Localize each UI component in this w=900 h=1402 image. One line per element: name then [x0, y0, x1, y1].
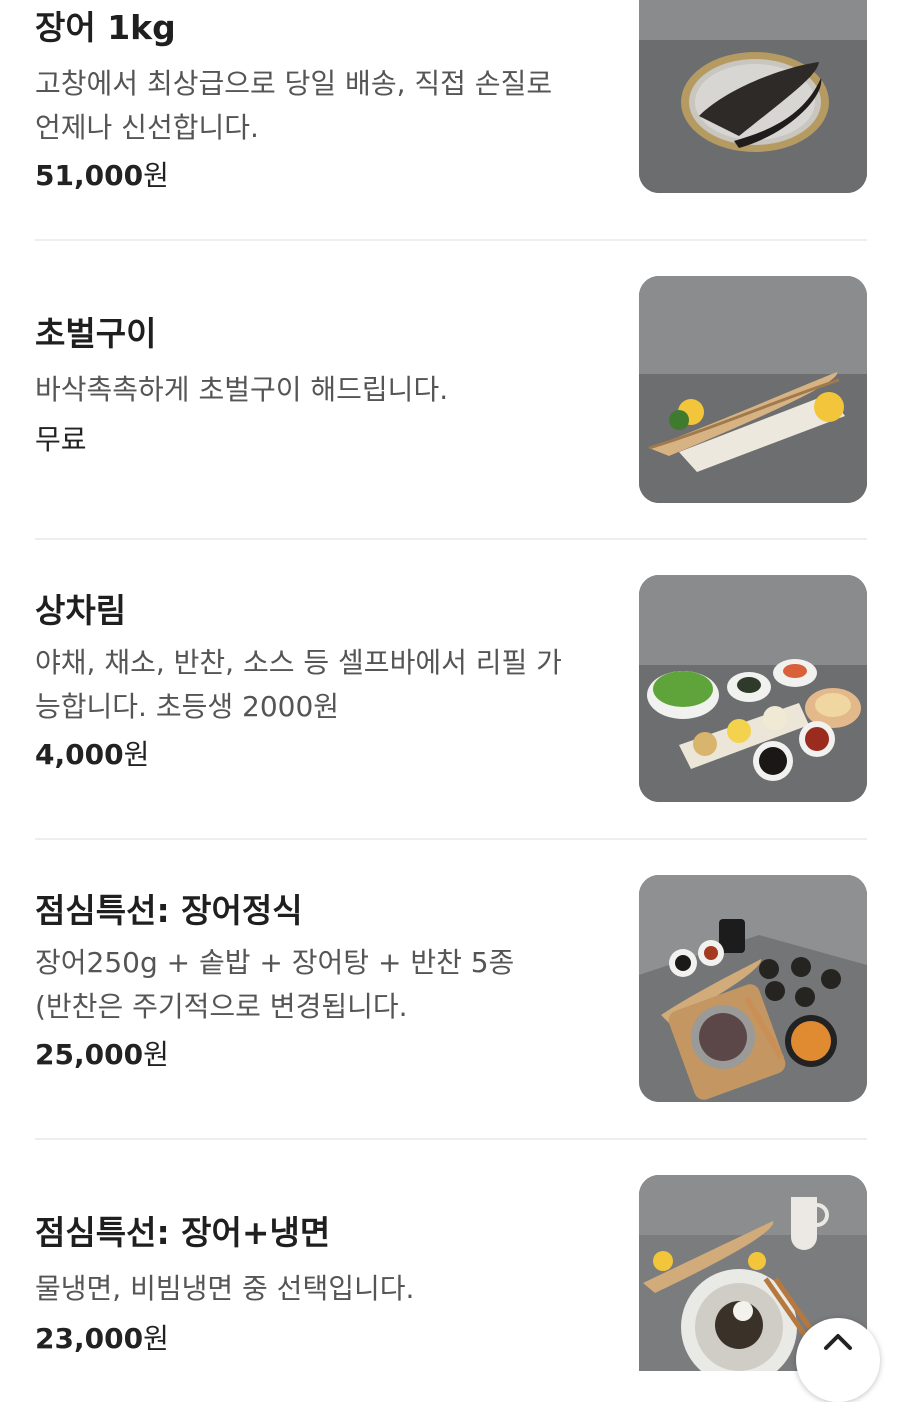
price-value: 4,000 — [35, 738, 124, 771]
grilled-eel-plate-photo[interactable] — [639, 276, 867, 503]
eel-set-meal-photo[interactable] — [639, 875, 867, 1102]
divider — [35, 538, 867, 540]
price-value: 23,000 — [35, 1322, 144, 1355]
menu-item[interactable]: 장어 1kg 고창에서 최상급으로 당일 배송, 직접 손질로 언제나 신선합니… — [35, 0, 867, 215]
menu-item-description: 장어250g + 솥밥 + 장어탕 + 반찬 5종 (반찬은 주기적으로 변경됩… — [35, 941, 605, 1029]
side-dishes-photo[interactable] — [639, 575, 867, 802]
menu-item-description-line: 바삭촉촉하게 초벌구이 해드립니다. — [35, 373, 449, 406]
menu-item-description-line: 고창에서 최상급으로 당일 배송, 직접 손질로 — [35, 67, 553, 100]
scroll-to-top-button[interactable] — [796, 1318, 880, 1402]
menu-item[interactable]: 상차림 야채, 채소, 반찬, 소스 등 셀프바에서 리필 가 능합니다. 초등… — [35, 575, 867, 802]
menu-item-description: 고창에서 최상급으로 당일 배송, 직접 손질로 언제나 신선합니다. — [35, 62, 605, 150]
price-unit: 원 — [143, 159, 169, 192]
price-unit: 원 — [143, 1322, 169, 1355]
menu-item-price: 51,000원 — [35, 156, 605, 196]
menu-item-text: 점심특선: 장어정식 장어250g + 솥밥 + 장어탕 + 반찬 5종 (반찬… — [35, 891, 605, 1075]
menu-item[interactable]: 점심특선: 장어+냉면 물냉면, 비빔냉면 중 선택입니다. 23,000원 — [35, 1175, 867, 1371]
menu-item-price: 4,000원 — [35, 735, 605, 775]
menu-item-text: 장어 1kg 고창에서 최상급으로 당일 배송, 직접 손질로 언제나 신선합니… — [35, 8, 605, 196]
menu-item-name: 점심특선: 장어+냉면 — [35, 1213, 331, 1252]
eel-on-basket-photo[interactable] — [639, 0, 867, 193]
price-unit: 원 — [123, 738, 150, 771]
menu-item-description-line: 물냉면, 비빔냉면 중 선택입니다. — [35, 1272, 415, 1305]
menu-item-text: 점심특선: 장어+냉면 물냉면, 비빔냉면 중 선택입니다. 23,000원 — [35, 1213, 605, 1359]
menu-item-description-line: 언제나 신선합니다. — [35, 111, 259, 144]
menu-item[interactable]: 점심특선: 장어정식 장어250g + 솥밥 + 장어탕 + 반찬 5종 (반찬… — [35, 875, 867, 1102]
menu-item-price: 25,000원 — [35, 1035, 605, 1075]
menu-item-description: 물냉면, 비빔냉면 중 선택입니다. — [35, 1267, 605, 1311]
menu-item-text: 상차림 야채, 채소, 반찬, 소스 등 셀프바에서 리필 가 능합니다. 초등… — [35, 591, 605, 775]
price-unit: 원 — [143, 1038, 169, 1071]
price-value: 51,000 — [35, 159, 144, 192]
menu-item-description: 바삭촉촉하게 초벌구이 해드립니다. — [35, 368, 605, 412]
menu-item-description-line: 장어250g + 솥밥 + 장어탕 + 반찬 5종 — [35, 946, 515, 979]
menu-item[interactable]: 초벌구이 바삭촉촉하게 초벌구이 해드립니다. 무료 — [35, 276, 867, 503]
menu-item-description-line: 능합니다. 초등생 2000원 — [35, 690, 340, 723]
divider — [35, 838, 867, 840]
divider — [35, 239, 867, 241]
chevron-up-icon — [824, 1334, 852, 1350]
menu-item-price: 23,000원 — [35, 1319, 605, 1359]
divider — [35, 1138, 867, 1140]
menu-item-name: 장어 1kg — [35, 8, 176, 47]
menu-item-description: 야채, 채소, 반찬, 소스 등 셀프바에서 리필 가 능합니다. 초등생 20… — [35, 641, 605, 729]
menu-item-name: 상차림 — [35, 591, 127, 630]
menu-item-text: 초벌구이 바삭촉촉하게 초벌구이 해드립니다. 무료 — [35, 314, 605, 460]
price-value: 25,000 — [35, 1038, 144, 1071]
menu-item-name: 점심특선: 장어정식 — [35, 891, 303, 930]
price-value: 무료 — [35, 423, 87, 456]
menu-item-description-line: (반찬은 주기적으로 변경됩니다. — [35, 990, 408, 1023]
menu-item-price: 무료 — [35, 420, 605, 460]
menu-item-description-line: 야채, 채소, 반찬, 소스 등 셀프바에서 리필 가 — [35, 646, 562, 679]
menu-item-name: 초벌구이 — [35, 314, 157, 353]
